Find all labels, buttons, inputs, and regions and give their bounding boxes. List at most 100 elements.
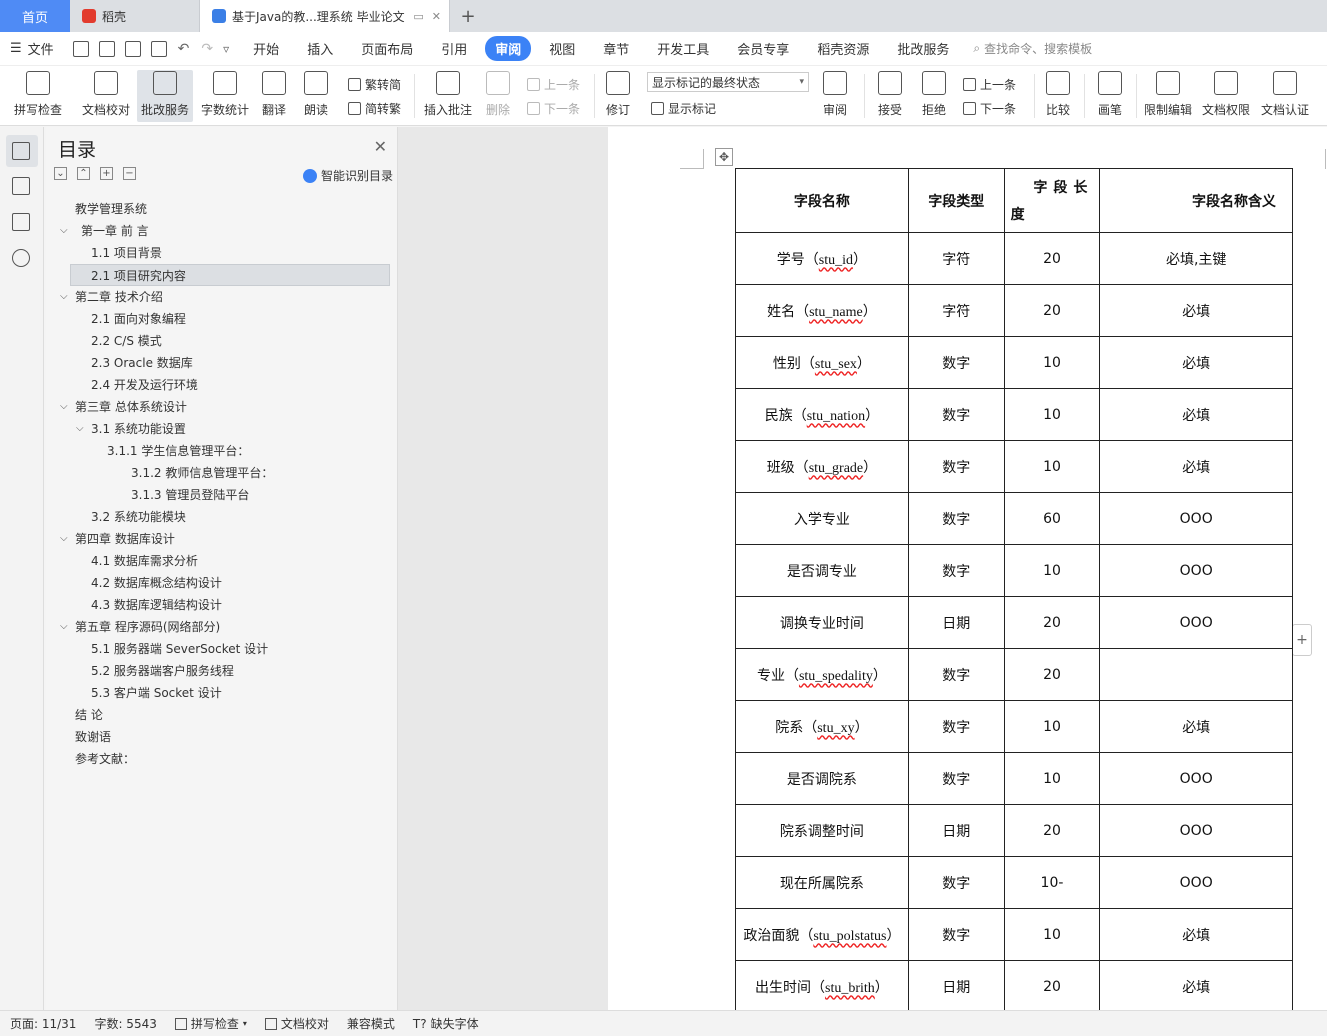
chevron-down-icon[interactable]: ⌵ <box>76 418 84 440</box>
cell-field-length[interactable]: 10 <box>1003 336 1101 389</box>
menu-docer-resources[interactable]: 稻壳资源 <box>807 36 879 61</box>
undo-icon[interactable]: ↶ <box>178 41 190 57</box>
menu-page-layout[interactable]: 页面布局 <box>351 36 423 61</box>
cell-field-length[interactable]: 20 <box>1003 960 1101 1013</box>
cell-field-type[interactable]: 字符 <box>907 232 1005 285</box>
cell-field-length[interactable]: 20 <box>1003 596 1101 649</box>
cell-field-length[interactable]: 10 <box>1003 908 1101 961</box>
cell-field-name[interactable]: 入学专业 <box>735 492 909 545</box>
cell-field-type[interactable]: 日期 <box>907 804 1005 857</box>
toc-item[interactable]: ⌵ 第二章 技术介绍 <box>46 286 398 308</box>
toc-item[interactable]: 致谢语 <box>46 726 398 748</box>
cell-field-type[interactable]: 数字 <box>907 908 1005 961</box>
doc-cert-button[interactable]: 文档认证 <box>1258 70 1312 122</box>
show-markup-button[interactable]: 显示标记 <box>651 98 716 118</box>
cell-field-length[interactable]: 20 <box>1003 648 1101 701</box>
close-icon[interactable]: ✕ <box>374 137 387 156</box>
cell-field-meaning[interactable]: OOO <box>1099 492 1293 545</box>
display-mode-select[interactable]: 显示标记的最终状态 ▾ <box>647 72 809 92</box>
cell-field-name[interactable]: 专业（stu_spedality） <box>735 648 909 701</box>
search-icon[interactable] <box>12 249 30 267</box>
export-pdf-icon[interactable] <box>98 40 115 57</box>
tab-home[interactable]: 首页 <box>0 0 70 32</box>
toc-item[interactable]: 4.1 数据库需求分析 <box>46 550 398 572</box>
cell-field-meaning[interactable]: 必填 <box>1099 908 1293 961</box>
cell-field-meaning[interactable]: 必填,主键 <box>1099 232 1293 285</box>
cell-field-length[interactable]: 10 <box>1003 544 1101 597</box>
cell-field-type[interactable]: 数字 <box>907 492 1005 545</box>
toc-item[interactable]: 结 论 <box>46 704 398 726</box>
cell-field-type[interactable]: 日期 <box>907 596 1005 649</box>
toc-icon[interactable] <box>12 142 30 160</box>
toc-item[interactable]: 3.2 系统功能模块 <box>46 506 398 528</box>
table-move-handle-icon[interactable]: ✥ <box>715 148 733 166</box>
header-field-meaning[interactable]: 字段名称含义 <box>1099 168 1293 233</box>
cell-field-length[interactable]: 20 <box>1003 232 1101 285</box>
menu-chapter[interactable]: 章节 <box>593 36 639 61</box>
toc-item[interactable]: 1.1 项目背景 <box>46 242 398 264</box>
cell-field-meaning[interactable] <box>1099 648 1293 701</box>
accept-button[interactable]: 接受 <box>872 70 908 122</box>
toc-item[interactable]: 2.2 C/S 模式 <box>46 330 398 352</box>
menu-references[interactable]: 引用 <box>431 36 477 61</box>
cell-field-name[interactable]: 民族（stu_nation） <box>735 388 909 441</box>
cell-field-meaning[interactable]: OOO <box>1099 544 1293 597</box>
cell-field-length[interactable]: 10 <box>1003 700 1101 753</box>
file-menu[interactable]: ☰ 文件 <box>10 39 54 58</box>
chevron-down-icon[interactable]: ⌵ <box>60 220 68 242</box>
next-comment-button[interactable]: 下一条 <box>527 98 580 118</box>
cell-field-meaning[interactable]: 必填 <box>1099 388 1293 441</box>
header-field-name[interactable]: 字段名称 <box>735 168 909 233</box>
cell-field-name[interactable]: 现在所属院系 <box>735 856 909 909</box>
cell-field-type[interactable]: 数字 <box>907 700 1005 753</box>
cell-field-meaning[interactable]: 必填 <box>1099 960 1293 1013</box>
word-count[interactable]: 字数: 5543 <box>94 1015 156 1032</box>
cell-field-length[interactable]: 10- <box>1003 856 1101 909</box>
read-aloud-button[interactable]: 朗读 <box>300 70 332 122</box>
cell-field-type[interactable]: 数字 <box>907 752 1005 805</box>
chevron-down-icon[interactable]: ⌵ <box>60 616 68 638</box>
cell-field-name[interactable]: 院系调整时间 <box>735 804 909 857</box>
smart-toc-button[interactable]: 智能识别目录 <box>302 167 393 184</box>
cell-field-type[interactable]: 数字 <box>907 648 1005 701</box>
toc-item[interactable]: ⌵ 第三章 总体系统设计 <box>46 396 398 418</box>
cell-field-length[interactable]: 20 <box>1003 284 1101 337</box>
print-icon[interactable] <box>124 40 141 57</box>
cell-field-meaning[interactable]: OOO <box>1099 596 1293 649</box>
toc-item[interactable]: ⌵ 第四章 数据库设计 <box>46 528 398 550</box>
reject-button[interactable]: 拒绝 <box>916 70 952 122</box>
cell-field-type[interactable]: 数字 <box>907 440 1005 493</box>
restrict-edit-button[interactable]: 限制编辑 <box>1142 70 1194 122</box>
cell-field-length[interactable]: 20 <box>1003 804 1101 857</box>
translate-button[interactable]: 翻译 <box>256 70 292 122</box>
toc-item[interactable]: 参考文献： <box>46 748 398 770</box>
cell-field-type[interactable]: 数字 <box>907 544 1005 597</box>
toc-item[interactable]: 5.1 服务器端 SeverSocket 设计 <box>46 638 398 660</box>
menu-insert[interactable]: 插入 <box>297 36 343 61</box>
compat-mode[interactable]: 兼容模式 <box>347 1015 395 1032</box>
tab-document[interactable]: 基于Java的教...理系统 毕业论文 ▭ ✕ <box>200 0 450 32</box>
trad-to-simp-button[interactable]: 繁转简 <box>348 74 401 94</box>
customize-icon[interactable]: ▿ <box>223 42 229 56</box>
spell-check-button[interactable]: 拼写检查 <box>8 70 68 122</box>
toc-item[interactable]: 3.1.3 管理员登陆平台 <box>46 484 398 506</box>
spell-check-status[interactable]: 拼写检查 ▾ <box>174 1015 247 1032</box>
cell-field-meaning[interactable]: OOO <box>1099 856 1293 909</box>
toc-item[interactable]: 教学管理系统 <box>46 198 398 220</box>
word-count-button[interactable]: 字数统计 <box>197 70 253 122</box>
remove-icon[interactable]: − <box>123 167 136 180</box>
tab-docer[interactable]: 稻壳 <box>70 0 200 32</box>
menu-start[interactable]: 开始 <box>243 36 289 61</box>
cell-field-length[interactable]: 10 <box>1003 388 1101 441</box>
page-indicator[interactable]: 页面: 11/31 <box>10 1015 76 1032</box>
cell-field-name[interactable]: 班级（stu_grade） <box>735 440 909 493</box>
missing-font-status[interactable]: T? 缺失字体 <box>413 1015 479 1032</box>
save-icon[interactable] <box>72 40 89 57</box>
menu-view[interactable]: 视图 <box>539 36 585 61</box>
track-changes-button[interactable]: 修订 <box>600 70 636 122</box>
cell-field-type[interactable]: 数字 <box>907 388 1005 441</box>
cell-field-name[interactable]: 政治面貌（stu_polstatus） <box>735 908 909 961</box>
toc-item[interactable]: ⌵ 第一章 前 言 <box>46 220 398 242</box>
compare-button[interactable]: 比较 <box>1040 70 1076 122</box>
review-pane-button[interactable]: 审阅 <box>815 70 855 122</box>
